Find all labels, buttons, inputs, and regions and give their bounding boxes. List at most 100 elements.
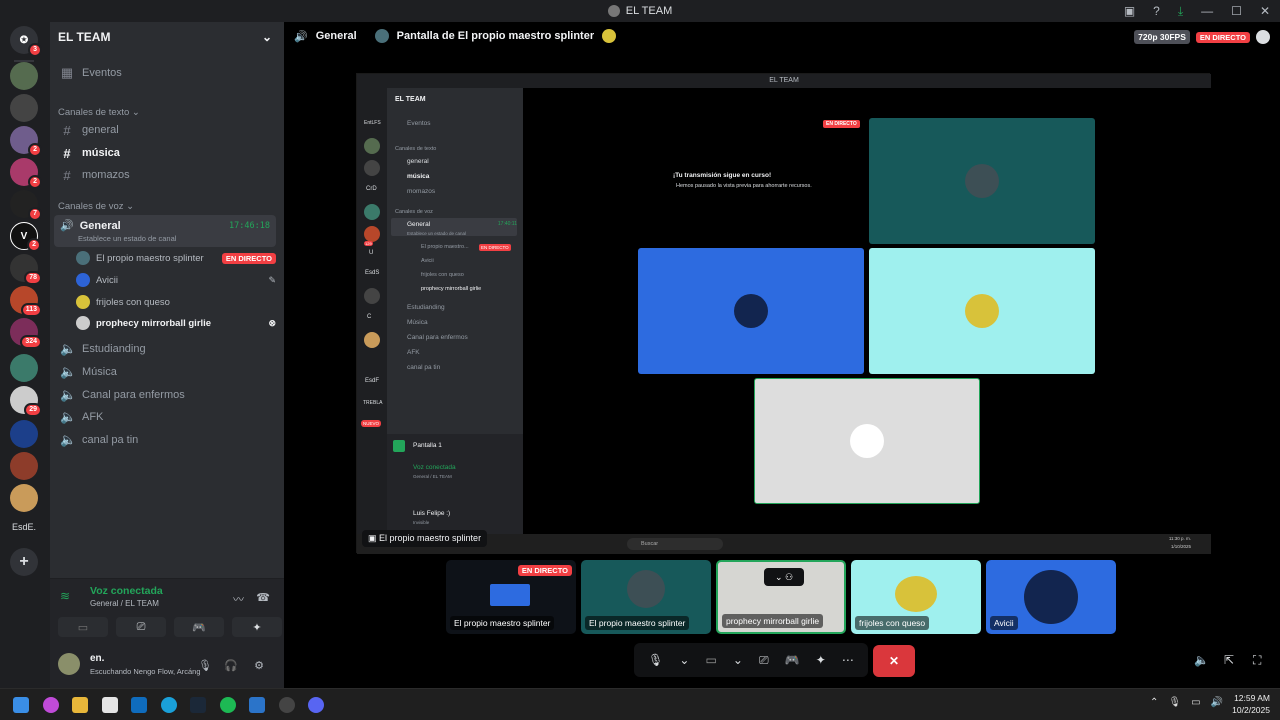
voice-user[interactable]: El propio maestro splinter EN DIRECTO xyxy=(76,248,276,268)
server-icon[interactable]: 2 xyxy=(10,126,42,157)
shared-screen[interactable]: EL TEAM EntLFS CrD 129 U EsdS C EsdF TRE… xyxy=(356,73,1211,554)
minimize-button[interactable]: — xyxy=(1201,4,1213,18)
fullscreen-icon[interactable]: ⛶ xyxy=(1253,653,1261,668)
category-voice[interactable]: Canales de voz ⌄ xyxy=(58,201,134,212)
mic-icon[interactable]: 🎙 xyxy=(1168,697,1181,708)
camera-button[interactable]: ▭ xyxy=(58,617,108,637)
popout-window-icon[interactable]: ⇱ xyxy=(1224,653,1234,667)
chevron-down-icon[interactable]: ⌄ xyxy=(679,653,689,667)
thumb-frijoles[interactable]: frijoles con queso xyxy=(851,560,981,634)
speaker-icon: 🔈 xyxy=(60,432,77,447)
avatar[interactable] xyxy=(58,653,80,675)
category-text[interactable]: Canales de texto ⌄ xyxy=(58,107,140,118)
discord-icon[interactable] xyxy=(308,697,324,713)
activity-icon[interactable]: 🎮 xyxy=(785,653,800,667)
channel-status[interactable]: Establece un estado de canal xyxy=(78,234,176,243)
voice-channel[interactable]: 🔈 Música xyxy=(58,361,276,383)
server-icon[interactable]: 113 xyxy=(10,286,42,317)
thumb-prophecy[interactable]: ⌄ ⚇ prophecy mirrorball girlie xyxy=(716,560,846,634)
channel-musica[interactable]: # música xyxy=(58,142,276,164)
thumb-own-stream[interactable]: EN DIRECTO El propio maestro splinter xyxy=(446,560,576,634)
app-icon xyxy=(607,5,620,17)
more-icon[interactable]: ⋯ xyxy=(842,653,854,667)
inbox-icon[interactable]: ▣ xyxy=(1124,4,1135,18)
chat-icon[interactable] xyxy=(1256,30,1270,44)
server-icon[interactable] xyxy=(10,484,38,512)
tile-frijoles[interactable] xyxy=(869,248,1095,374)
stage-channel[interactable]: General xyxy=(316,30,357,42)
file-explorer-icon[interactable] xyxy=(72,697,88,713)
server-icon[interactable] xyxy=(10,354,38,382)
window-titlebar: EL TEAM ▣ ? ⤓ — ☐ ✕ xyxy=(0,0,1280,22)
disconnect-icon[interactable]: ☎ xyxy=(256,591,270,604)
popout-icon[interactable]: ⌄ ⚇ xyxy=(764,568,804,586)
avatar xyxy=(76,316,90,330)
activity-button[interactable]: 🎮 xyxy=(174,617,224,637)
speaker-icon: 🔊 xyxy=(294,30,308,43)
mic-icon[interactable]: 🎙 xyxy=(198,659,212,672)
network-icon[interactable]: ▭ xyxy=(1191,697,1200,708)
settings-gear-icon[interactable]: ⚙ xyxy=(254,659,264,672)
soundboard-icon[interactable]: ✦ xyxy=(816,653,826,667)
home-button[interactable]: ✪ 3 xyxy=(10,26,42,57)
mic-icon[interactable]: 🎙 xyxy=(648,653,663,667)
copilot-icon[interactable] xyxy=(43,697,59,713)
chevron-up-icon[interactable]: ⌃ xyxy=(1150,697,1158,708)
tile-splinter[interactable] xyxy=(869,118,1095,244)
server-header[interactable]: EL TEAM ⌄ xyxy=(50,22,284,52)
channel-general[interactable]: # general xyxy=(58,119,276,141)
end-call-button[interactable]: ✕ xyxy=(873,645,915,677)
start-icon[interactable] xyxy=(13,697,29,713)
volume-icon[interactable]: 🔈 xyxy=(1194,653,1209,667)
voice-channel[interactable]: 🔈 AFK xyxy=(58,406,276,428)
server-icon[interactable] xyxy=(10,94,38,122)
server-icon[interactable]: 324 xyxy=(10,318,42,349)
camera-off-icon[interactable]: ▭ xyxy=(705,653,716,667)
call-controls: 🎙 ⌄ ▭ ⌄ ⎚ 🎮 ✦ ⋯ xyxy=(634,643,868,677)
steam-icon[interactable] xyxy=(190,697,206,713)
app-icon[interactable] xyxy=(279,697,295,713)
channel-momazos[interactable]: # momazos xyxy=(58,164,276,186)
outlook-icon[interactable] xyxy=(131,697,147,713)
screenshare-icon[interactable]: ⎚ xyxy=(759,653,769,668)
headphones-icon[interactable]: 🎧 xyxy=(224,659,238,672)
server-icon[interactable]: 29 xyxy=(10,386,42,417)
thumb-avicii[interactable]: Avicii xyxy=(986,560,1116,634)
server-icon[interactable]: V2 xyxy=(10,222,41,252)
voice-user[interactable]: Avicii ✎ xyxy=(76,270,276,290)
folder-label[interactable]: EsdE. xyxy=(12,522,36,532)
screenshare-button[interactable]: ⎚ xyxy=(116,617,166,637)
clock-date[interactable]: 10/2/2025 xyxy=(1220,705,1270,715)
spotify-icon[interactable] xyxy=(220,697,236,713)
edge-icon[interactable] xyxy=(161,697,177,713)
voice-connected-subtitle[interactable]: General / EL TEAM xyxy=(90,599,159,608)
voice-channel-general[interactable]: 🔊 General 17:46:18 Establece un estado de… xyxy=(54,215,276,247)
voice-channel[interactable]: 🔈 canal pa tin xyxy=(58,429,276,451)
soundboard-button[interactable]: ✦ xyxy=(232,617,282,637)
close-button[interactable]: ✕ xyxy=(1260,4,1270,18)
voice-user[interactable]: frijoles con queso xyxy=(76,292,276,312)
server-icon[interactable] xyxy=(10,420,38,448)
app-icon[interactable] xyxy=(249,697,265,713)
thumb-splinter[interactable]: El propio maestro splinter xyxy=(581,560,711,634)
voice-user[interactable]: prophecy mirrorball girlie ⊗ xyxy=(76,313,276,333)
server-icon[interactable]: 2 xyxy=(10,158,42,189)
server-icon[interactable] xyxy=(10,452,38,480)
server-icon[interactable] xyxy=(10,62,38,90)
speaker-icon: 🔈 xyxy=(60,409,77,424)
server-icon[interactable]: 7 xyxy=(10,190,42,221)
voice-channel[interactable]: 🔈 Estudianding xyxy=(58,338,276,360)
tile-avicii[interactable] xyxy=(638,248,864,374)
events-item[interactable]: ▦ Eventos xyxy=(58,62,276,84)
voice-channel[interactable]: 🔈 Canal para enfermos xyxy=(58,384,276,406)
help-icon[interactable]: ? xyxy=(1153,4,1160,18)
chevron-down-icon[interactable]: ⌄ xyxy=(733,653,743,667)
clock-time[interactable]: 12:59 AM xyxy=(1220,693,1270,703)
server-icon[interactable]: 78 xyxy=(10,254,42,285)
download-icon[interactable]: ⤓ xyxy=(1178,4,1183,19)
maximize-button[interactable]: ☐ xyxy=(1231,4,1242,18)
store-icon[interactable] xyxy=(102,697,118,713)
tile-prophecy[interactable] xyxy=(754,378,980,504)
add-server-icon[interactable]: + xyxy=(10,548,38,576)
noise-suppression-icon[interactable]: 〰 xyxy=(233,591,244,607)
